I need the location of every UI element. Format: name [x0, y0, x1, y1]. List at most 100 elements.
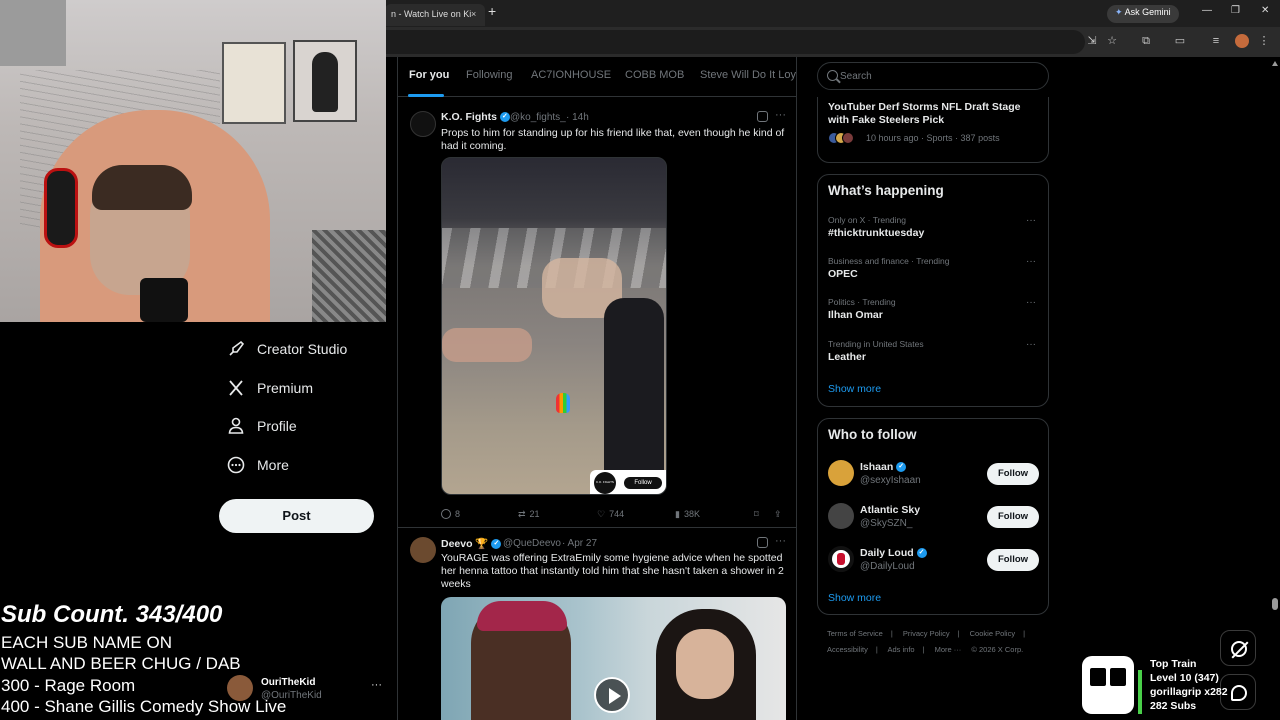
- post-button[interactable]: Post: [219, 499, 374, 533]
- verified-badge-icon: ✓: [491, 539, 502, 550]
- tweet-video[interactable]: [441, 597, 786, 720]
- more-options-icon[interactable]: ···: [371, 679, 382, 691]
- footer-link-privacy[interactable]: Privacy Policy: [903, 629, 950, 638]
- tweet-timestamp[interactable]: · 14h: [566, 112, 589, 123]
- verified-badge-icon: ✓: [499, 112, 510, 123]
- scrollbar-thumb[interactable]: [1272, 598, 1278, 610]
- new-tab-icon[interactable]: +: [488, 3, 496, 19]
- trend-item[interactable]: Business and finance · Trending OPEC ···: [818, 256, 1050, 294]
- footer-link-accessibility[interactable]: Accessibility: [827, 645, 868, 654]
- verified-badge-icon: ✓: [896, 462, 907, 473]
- footer-links: Terms of Service | Privacy Policy | Cookie…: [827, 626, 1042, 658]
- video-person-on-ground: [442, 328, 532, 362]
- repost-icon: ⇄: [518, 509, 526, 519]
- more-options-icon[interactable]: ···: [1026, 297, 1036, 308]
- footer-link-cookies[interactable]: Cookie Policy: [970, 629, 1015, 638]
- news-card[interactable]: YouTuber Derf Storms NFL Draft Stage wit…: [817, 97, 1049, 163]
- suggestion-name: Daily Loud ✓: [860, 547, 927, 559]
- more-options-icon[interactable]: ···: [775, 109, 786, 121]
- views-button[interactable]: ▮ 38K: [675, 509, 700, 520]
- suggestion-name: Atlantic Sky: [860, 504, 921, 516]
- profile-avatar-icon[interactable]: [1235, 34, 1249, 48]
- address-bar[interactable]: [385, 30, 1085, 54]
- show-more-link[interactable]: Show more: [828, 592, 881, 604]
- account-handle: @OuriTheKid: [261, 690, 322, 701]
- nav-item-label: Profile: [257, 418, 297, 434]
- bookmark-icon[interactable]: ⌑: [754, 509, 759, 520]
- tab-for-you[interactable]: For you: [409, 69, 449, 81]
- search-input[interactable]: [840, 68, 1040, 84]
- more-options-icon[interactable]: ···: [775, 535, 786, 547]
- follow-button[interactable]: Follow: [987, 506, 1039, 528]
- follow-suggestion[interactable]: Atlantic Sky @SkySZN_ Follow: [818, 503, 1050, 539]
- grok-icon[interactable]: [757, 111, 768, 122]
- video-follow-button[interactable]: Follow: [624, 477, 662, 489]
- browser-tab-title: n - Watch Live on Ki: [391, 9, 472, 19]
- tweet-actions: 8 ⇄ 21 ♡ 744 ▮ 38K ⌑ ⇪: [441, 509, 791, 523]
- overlay-goal-line: 300 - Rage Room: [1, 676, 136, 695]
- views-chart-icon: ▮: [675, 509, 680, 519]
- streamer-hair: [92, 165, 192, 210]
- footer-link-more[interactable]: More ···: [935, 645, 962, 654]
- tweet[interactable]: K.O. Fights ✓ @ko_fights_ · 14h ··· Prop…: [398, 109, 796, 528]
- tab-cobb-mob[interactable]: COBB MOB: [625, 69, 684, 81]
- ask-gemini-button[interactable]: ✦ Ask Gemini: [1107, 5, 1179, 23]
- browser-tab-strip: n - Watch Live on Ki × + ✦ Ask Gemini — …: [385, 0, 1280, 27]
- chair: [312, 230, 386, 322]
- reply-button[interactable]: 8: [441, 509, 460, 519]
- window-close-icon[interactable]: ✕: [1261, 5, 1269, 16]
- tweet[interactable]: Deevo 🏆 ✓ @QueDeevo · Apr 27 ··· YouRAGE…: [398, 535, 796, 720]
- bookmark-star-icon[interactable]: ☆: [1105, 34, 1119, 48]
- more-options-icon[interactable]: ···: [1026, 256, 1036, 267]
- train-title: Top Train: [1150, 658, 1197, 670]
- trend-item[interactable]: Only on X · Trending #thicktrunktuesday …: [818, 215, 1050, 253]
- suggestion-name: Ishaan ✓: [860, 461, 907, 473]
- follow-suggestion[interactable]: Daily Loud ✓ @DailyLoud Follow: [818, 546, 1050, 582]
- footer-separator: |: [875, 645, 878, 654]
- play-icon[interactable]: [594, 677, 630, 713]
- avatar: [227, 675, 253, 701]
- follow-button[interactable]: Follow: [987, 463, 1039, 485]
- train-window: [1090, 668, 1106, 686]
- install-app-icon[interactable]: ⇲: [1085, 34, 1099, 48]
- tab-steve-will-do-it-loyal[interactable]: Steve Will Do It Loyal: [700, 69, 796, 81]
- extensions-icon[interactable]: ⧉: [1139, 34, 1153, 48]
- footer-separator: |: [1023, 629, 1026, 638]
- show-more-link[interactable]: Show more: [828, 383, 881, 395]
- tweet-video[interactable]: K.O. FIGHTS Follow: [441, 157, 667, 495]
- minimize-icon[interactable]: —: [1202, 5, 1212, 16]
- browser-tab[interactable]: n - Watch Live on Ki ×: [385, 4, 485, 26]
- tab-following[interactable]: Following: [466, 69, 512, 81]
- restore-icon[interactable]: ❐: [1231, 5, 1240, 16]
- follow-suggestion[interactable]: Ishaan ✓ @sexyIshaan Follow: [818, 460, 1050, 496]
- tab-close-icon[interactable]: ×: [471, 9, 476, 19]
- tweet-timestamp[interactable]: · Apr 27: [562, 538, 597, 549]
- poster-figure: [312, 52, 338, 112]
- follow-button[interactable]: Follow: [987, 549, 1039, 571]
- video-bystander: [604, 298, 664, 494]
- page-scrollbar[interactable]: [1270, 57, 1280, 720]
- tab-ac7ionhouse[interactable]: AC7IONHOUSE: [531, 69, 611, 81]
- repost-button[interactable]: ⇄ 21: [518, 509, 540, 520]
- reading-list-icon[interactable]: ≡: [1209, 34, 1223, 48]
- more-options-icon[interactable]: ···: [1026, 215, 1036, 226]
- browser-menu-icon[interactable]: ⋮: [1257, 34, 1271, 48]
- footer-link-terms[interactable]: Terms of Service: [827, 629, 883, 638]
- trend-item[interactable]: Politics · Trending Ilhan Omar ···: [818, 297, 1050, 335]
- footer-link-ads-info[interactable]: Ads info: [887, 645, 914, 654]
- trend-item[interactable]: Trending in United States Leather ···: [818, 339, 1050, 377]
- footer-row: Terms of Service | Privacy Policy | Cookie…: [827, 626, 1042, 642]
- trend-meta: Only on X · Trending: [828, 215, 906, 225]
- media-controls-icon[interactable]: ▭: [1173, 34, 1187, 48]
- whats-happening-card: What’s happening Only on X · Trending #t…: [817, 174, 1049, 407]
- more-options-icon[interactable]: ···: [1026, 339, 1036, 350]
- search-bar[interactable]: [817, 62, 1049, 90]
- wall-frame: [0, 0, 66, 66]
- like-button[interactable]: ♡ 744: [597, 509, 624, 520]
- account-switcher[interactable]: OuriTheKid @OuriTheKid ···: [227, 675, 387, 711]
- news-headline: YouTuber Derf Storms NFL Draft Stage wit…: [828, 101, 1021, 126]
- trend-name: Ilhan Omar: [828, 309, 883, 321]
- grok-icon[interactable]: [757, 537, 768, 548]
- share-icon[interactable]: ⇪: [774, 509, 782, 520]
- scroll-up-arrow-icon[interactable]: [1272, 61, 1278, 66]
